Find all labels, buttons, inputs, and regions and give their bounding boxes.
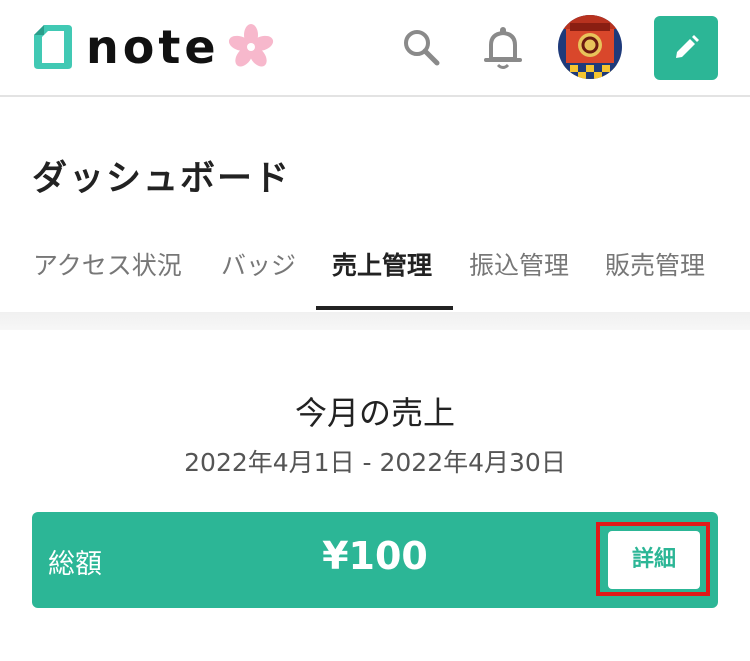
- date-range: 2022年4月1日 - 2022年4月30日: [184, 448, 566, 477]
- active-tab-indicator: [316, 306, 453, 310]
- page-title: ダッシュボード: [32, 159, 292, 199]
- monthly-sales-title: 今月の売上: [294, 394, 455, 432]
- details-button[interactable]: 詳細: [608, 531, 700, 589]
- note-logo-icon: [34, 25, 72, 69]
- sakura-icon: [228, 24, 273, 67]
- tab-badges[interactable]: バッジ: [221, 240, 296, 312]
- user-avatar[interactable]: [558, 15, 622, 79]
- tab-access-status[interactable]: アクセス状況: [33, 240, 182, 312]
- search-icon[interactable]: [400, 26, 442, 68]
- post-button[interactable]: [654, 16, 718, 80]
- tab-transfer-management[interactable]: 振込管理: [469, 240, 569, 312]
- bell-icon[interactable]: [482, 25, 524, 71]
- note-logo[interactable]: note: [30, 22, 276, 72]
- tab-sales-listing-management[interactable]: 販売管理: [605, 240, 705, 312]
- dashboard-tabs: アクセス状況 バッジ 売上管理 振込管理 販売管理: [0, 240, 750, 312]
- app-header: note: [0, 0, 750, 97]
- tab-sales-management[interactable]: 売上管理: [332, 240, 432, 312]
- pencil-icon: [676, 35, 699, 58]
- section-divider: [0, 312, 750, 330]
- logo-text: note: [86, 20, 220, 74]
- avatar-image: [558, 15, 622, 79]
- total-label: 総額: [48, 549, 102, 580]
